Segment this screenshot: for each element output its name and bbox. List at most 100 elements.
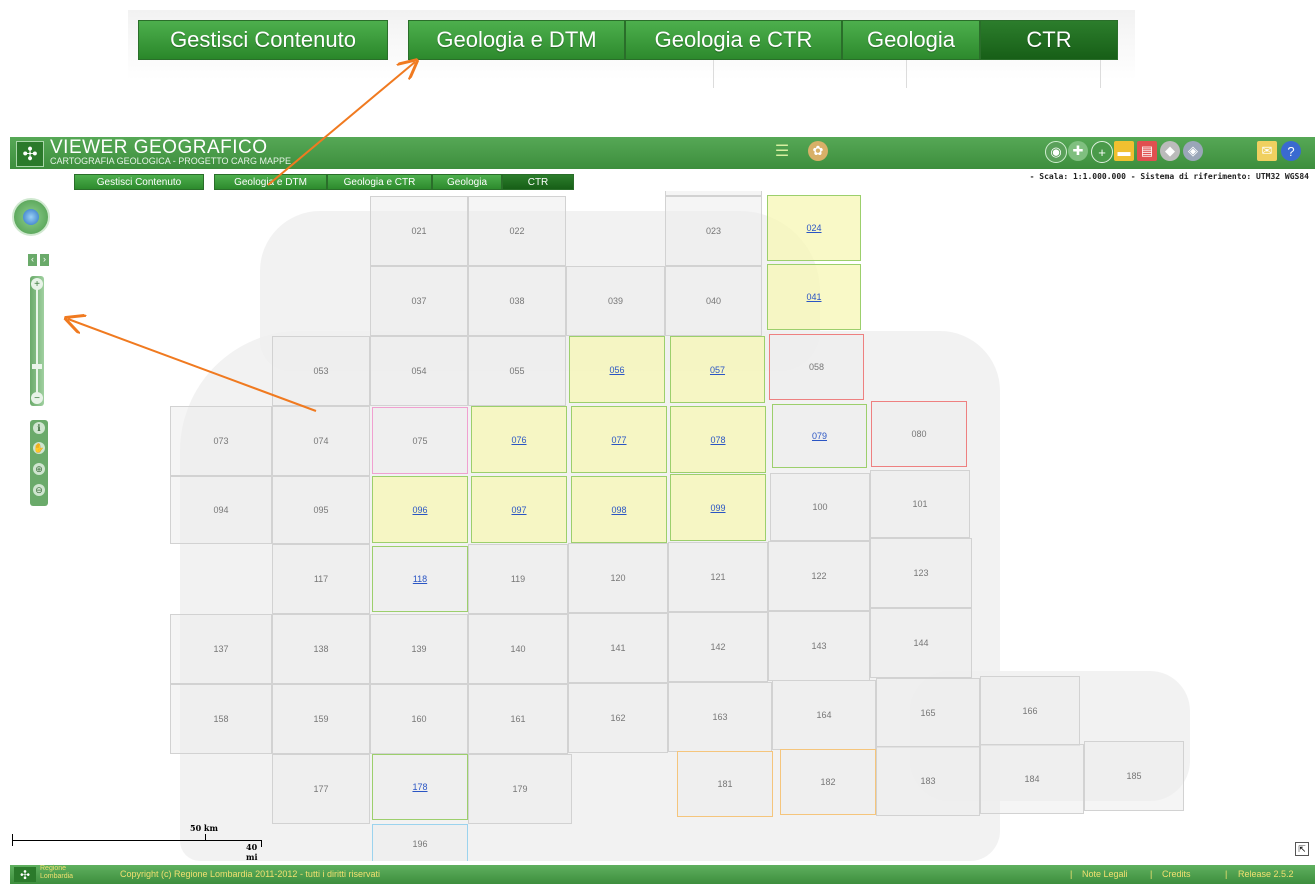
tab-geologia-ctr-zoom[interactable]: Geologia e CTR <box>625 20 842 60</box>
sheet-181[interactable]: 181 <box>677 751 773 817</box>
sheet-100[interactable]: 100 <box>770 473 870 541</box>
info-icon[interactable]: ℹ <box>33 422 45 434</box>
sheet-144[interactable]: 144 <box>870 608 972 678</box>
sheet-023[interactable]: 023 <box>665 196 762 266</box>
message-icon[interactable]: ✉ <box>1257 141 1277 161</box>
sheet-142[interactable]: 142 <box>668 612 768 682</box>
zoom-box-out-icon[interactable]: ⊖ <box>33 484 45 496</box>
sheet-074[interactable]: 074 <box>272 406 370 476</box>
sheet-196[interactable]: 196 <box>372 824 468 861</box>
sheet-118[interactable]: 118 <box>372 546 468 612</box>
sheet-079[interactable]: 079 <box>772 404 867 468</box>
sheet-057[interactable]: 057 <box>670 336 765 403</box>
sheet-080[interactable]: 080 <box>871 401 967 467</box>
sheet-162[interactable]: 162 <box>568 683 668 753</box>
pan-hand-icon[interactable]: ✋ <box>33 442 45 454</box>
zoom-handle[interactable] <box>32 364 42 369</box>
tab-geologia-dtm[interactable]: Geologia e DTM <box>214 174 327 190</box>
sheet-183[interactable]: 183 <box>876 746 980 816</box>
sheet-143[interactable]: 143 <box>768 611 870 681</box>
sheet-055[interactable]: 055 <box>468 336 566 406</box>
sheet-038[interactable]: 038 <box>468 266 566 336</box>
next-extent-icon[interactable]: › <box>40 254 49 266</box>
sheet-117[interactable]: 117 <box>272 544 370 614</box>
sheet-073[interactable]: 073 <box>170 406 272 476</box>
sheet-159[interactable]: 159 <box>272 684 370 754</box>
tab-geologia-zoom[interactable]: Geologia <box>842 20 980 60</box>
sheet-121[interactable]: 121 <box>668 542 768 612</box>
map-canvas[interactable]: 018 021 022 023 024 037 038 039 040 041 … <box>10 191 1315 861</box>
zoom-out-icon[interactable]: − <box>31 392 43 404</box>
pan-control[interactable] <box>12 198 50 236</box>
sheet-039[interactable]: 039 <box>566 266 665 336</box>
help-icon[interactable]: ? <box>1281 141 1301 161</box>
measure-icon[interactable]: ◆ <box>1160 141 1180 161</box>
sheet-139[interactable]: 139 <box>370 614 468 684</box>
sheet-178[interactable]: 178 <box>372 754 468 820</box>
sheet-179[interactable]: 179 <box>468 754 572 824</box>
sheet-182[interactable]: 182 <box>780 749 876 815</box>
sheet-075[interactable]: 075 <box>372 407 468 474</box>
sheet-141[interactable]: 141 <box>568 613 668 683</box>
list-icon[interactable]: ☰ <box>772 141 792 161</box>
sheet-165[interactable]: 165 <box>876 678 980 748</box>
sheet-158[interactable]: 158 <box>170 684 272 754</box>
sheet-177[interactable]: 177 <box>272 754 370 824</box>
sheet-077[interactable]: 077 <box>571 406 667 473</box>
sheet-099[interactable]: 099 <box>670 474 766 541</box>
sheet-056[interactable]: 056 <box>569 336 665 403</box>
sheet-120[interactable]: 120 <box>568 543 668 613</box>
sheet-022[interactable]: 022 <box>468 196 566 266</box>
tab-ctr-zoom[interactable]: CTR <box>980 20 1118 60</box>
sheet-058[interactable]: 058 <box>769 334 864 400</box>
sheet-040[interactable]: 040 <box>665 266 762 336</box>
car-icon[interactable]: ◈ <box>1183 141 1203 161</box>
sheet-094[interactable]: 094 <box>170 476 272 544</box>
sheet-041[interactable]: 041 <box>767 264 861 330</box>
note-legali-link[interactable]: Note Legali <box>1082 869 1128 879</box>
previous-extent-icon[interactable]: ‹ <box>28 254 37 266</box>
sheet-054[interactable]: 054 <box>370 336 468 406</box>
sheet-184[interactable]: 184 <box>980 744 1084 814</box>
tab-geologia-dtm-zoom[interactable]: Geologia e DTM <box>408 20 625 60</box>
globe-icon[interactable]: ◉ <box>1045 141 1067 163</box>
sheet-037[interactable]: 037 <box>370 266 468 336</box>
sheet-185[interactable]: 185 <box>1084 741 1184 811</box>
sheet-098[interactable]: 098 <box>571 476 667 543</box>
sheet-021[interactable]: 021 <box>370 196 468 266</box>
sheet-101[interactable]: 101 <box>870 470 970 538</box>
sheet-096[interactable]: 096 <box>372 476 468 543</box>
sheet-024[interactable]: 024 <box>767 195 861 261</box>
sheet-138[interactable]: 138 <box>272 614 370 684</box>
sheet-122[interactable]: 122 <box>768 541 870 611</box>
sheet-140[interactable]: 140 <box>468 614 568 684</box>
add-layer-icon[interactable]: ✚ <box>1068 141 1088 161</box>
folder-icon[interactable]: ▬ <box>1114 141 1134 161</box>
zoom-box-in-icon[interactable]: ⊕ <box>33 463 45 475</box>
sheet-166[interactable]: 166 <box>980 676 1080 746</box>
sheet-164[interactable]: 164 <box>772 680 876 750</box>
sheet-076[interactable]: 076 <box>471 406 567 473</box>
zoom-track[interactable] <box>36 288 38 394</box>
print-icon[interactable]: ▤ <box>1137 141 1157 161</box>
sheet-161[interactable]: 161 <box>468 684 568 754</box>
sheet-137[interactable]: 137 <box>170 614 272 684</box>
tab-gestisci-contenuto-zoom[interactable]: Gestisci Contenuto <box>138 20 388 60</box>
palette-icon[interactable]: ✿ <box>808 141 828 161</box>
add-icon[interactable]: + <box>1091 141 1113 163</box>
sheet-095[interactable]: 095 <box>272 476 370 544</box>
sheet-078[interactable]: 078 <box>670 406 766 473</box>
sheet-119[interactable]: 119 <box>468 544 568 614</box>
credits-link[interactable]: Credits <box>1162 869 1191 879</box>
zoom-slider[interactable]: + − <box>30 276 44 406</box>
overview-toggle-icon[interactable]: ⇱ <box>1295 842 1309 856</box>
sheet-160[interactable]: 160 <box>370 684 468 754</box>
sheet-123[interactable]: 123 <box>870 538 972 608</box>
tab-gestisci-contenuto[interactable]: Gestisci Contenuto <box>74 174 204 190</box>
tab-geologia[interactable]: Geologia <box>432 174 502 190</box>
sheet-053[interactable]: 053 <box>272 336 370 406</box>
sheet-163[interactable]: 163 <box>668 682 772 752</box>
sheet-097[interactable]: 097 <box>471 476 567 543</box>
tab-ctr[interactable]: CTR <box>502 174 574 190</box>
tab-geologia-ctr[interactable]: Geologia e CTR <box>327 174 432 190</box>
